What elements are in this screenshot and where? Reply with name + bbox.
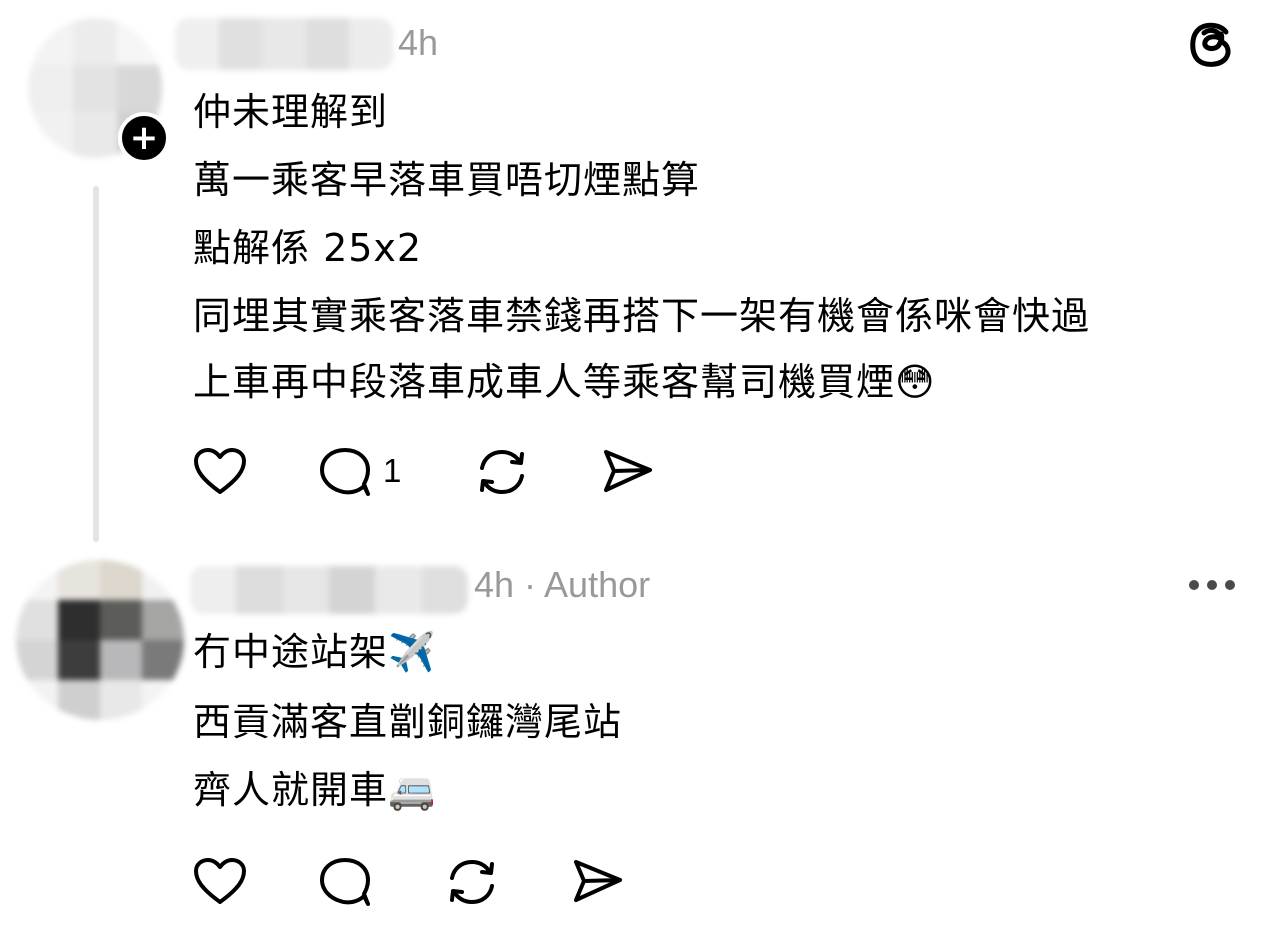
repost-icon[interactable] — [474, 446, 530, 498]
repost-icon[interactable] — [444, 856, 500, 908]
thread-connector-line — [93, 186, 99, 542]
reply-text-line: 仲未理解到 — [193, 90, 389, 134]
send-icon[interactable] — [570, 856, 626, 908]
comment-bubble-icon[interactable] — [318, 856, 374, 908]
reply-text-line: 西貢滿客直劏銅鑼灣尾站 — [193, 700, 623, 744]
reply-text-line: 萬一乘客早落車買唔切煙點算 — [193, 158, 701, 202]
heart-icon[interactable] — [192, 446, 248, 498]
more-dots-icon[interactable] — [1189, 580, 1235, 590]
avatar[interactable] — [16, 560, 184, 720]
username[interactable] — [175, 18, 393, 70]
follow-plus-icon[interactable]: + — [118, 112, 170, 164]
reply-text-line: 齊人就開車🚐 — [193, 768, 437, 812]
post-time-author: 4h · Author — [474, 564, 651, 605]
reply-text-line: 冇中途站架✈️ — [193, 630, 437, 674]
heart-icon[interactable] — [192, 856, 248, 908]
reply-count: 1 — [383, 452, 402, 489]
reply-text-line: 上車再中段落車成車人等乘客幫司機買煙😳 — [193, 360, 936, 404]
comment-bubble-icon[interactable] — [318, 446, 374, 498]
username[interactable] — [190, 566, 468, 614]
reply-text-line: 點解係 25x2 — [193, 226, 423, 270]
send-icon[interactable] — [600, 446, 656, 498]
threads-logo-icon[interactable] — [1188, 20, 1236, 70]
post-time: 4h — [398, 22, 439, 63]
reply-text-line: 同埋其實乘客落車禁錢再搭下一架有機會係咪會快過 — [193, 294, 1091, 338]
